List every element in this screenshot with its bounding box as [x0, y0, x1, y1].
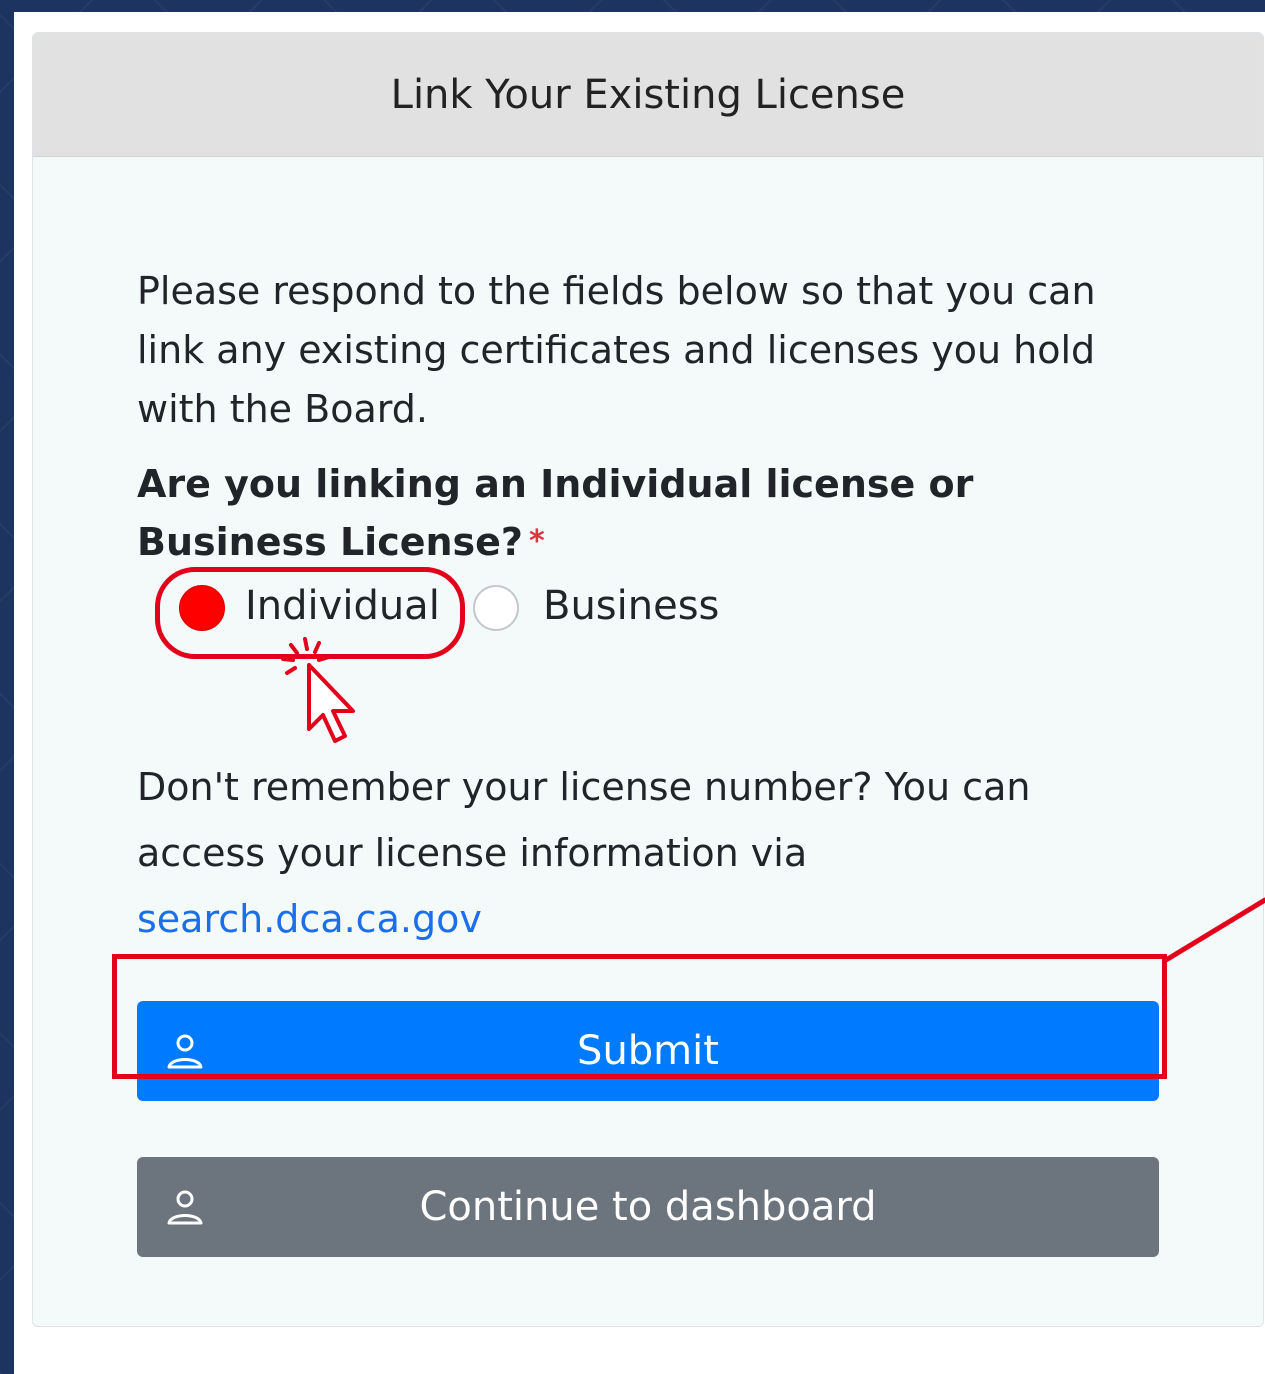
card-header: Link Your Existing License: [33, 33, 1263, 157]
intro-text: Please respond to the fields below so th…: [137, 269, 1096, 431]
user-icon: [167, 1190, 203, 1225]
submit-button-label: Submit: [577, 1028, 719, 1074]
help-text: Don't remember your license number? You …: [137, 754, 1162, 952]
business-radio[interactable]: [473, 585, 519, 631]
continue-to-dashboard-button[interactable]: Continue to dashboard: [137, 1157, 1159, 1257]
individual-radio-label[interactable]: Individual: [245, 575, 440, 637]
license-type-question: Are you linking an Individual license or…: [137, 455, 1162, 571]
question-text: Are you linking an Individual license or…: [137, 462, 974, 564]
required-marker: *: [528, 524, 545, 559]
business-radio-label[interactable]: Business: [543, 575, 719, 637]
submit-button[interactable]: Submit: [137, 1001, 1159, 1101]
dashboard-button-label: Continue to dashboard: [419, 1184, 877, 1230]
link-license-card: Link Your Existing License Please respon…: [32, 32, 1264, 1327]
card-title: Link Your Existing License: [390, 71, 906, 118]
help-text-body: Don't remember your license number? You …: [137, 765, 1031, 875]
license-search-link[interactable]: search.dca.ca.gov: [137, 897, 482, 941]
click-cursor-icon: [281, 637, 355, 743]
page: Link Your Existing License Please respon…: [14, 12, 1265, 1374]
license-type-radio-group: Individual Business: [137, 567, 1037, 743]
individual-radio[interactable]: [179, 585, 225, 631]
user-icon: [167, 1034, 203, 1069]
